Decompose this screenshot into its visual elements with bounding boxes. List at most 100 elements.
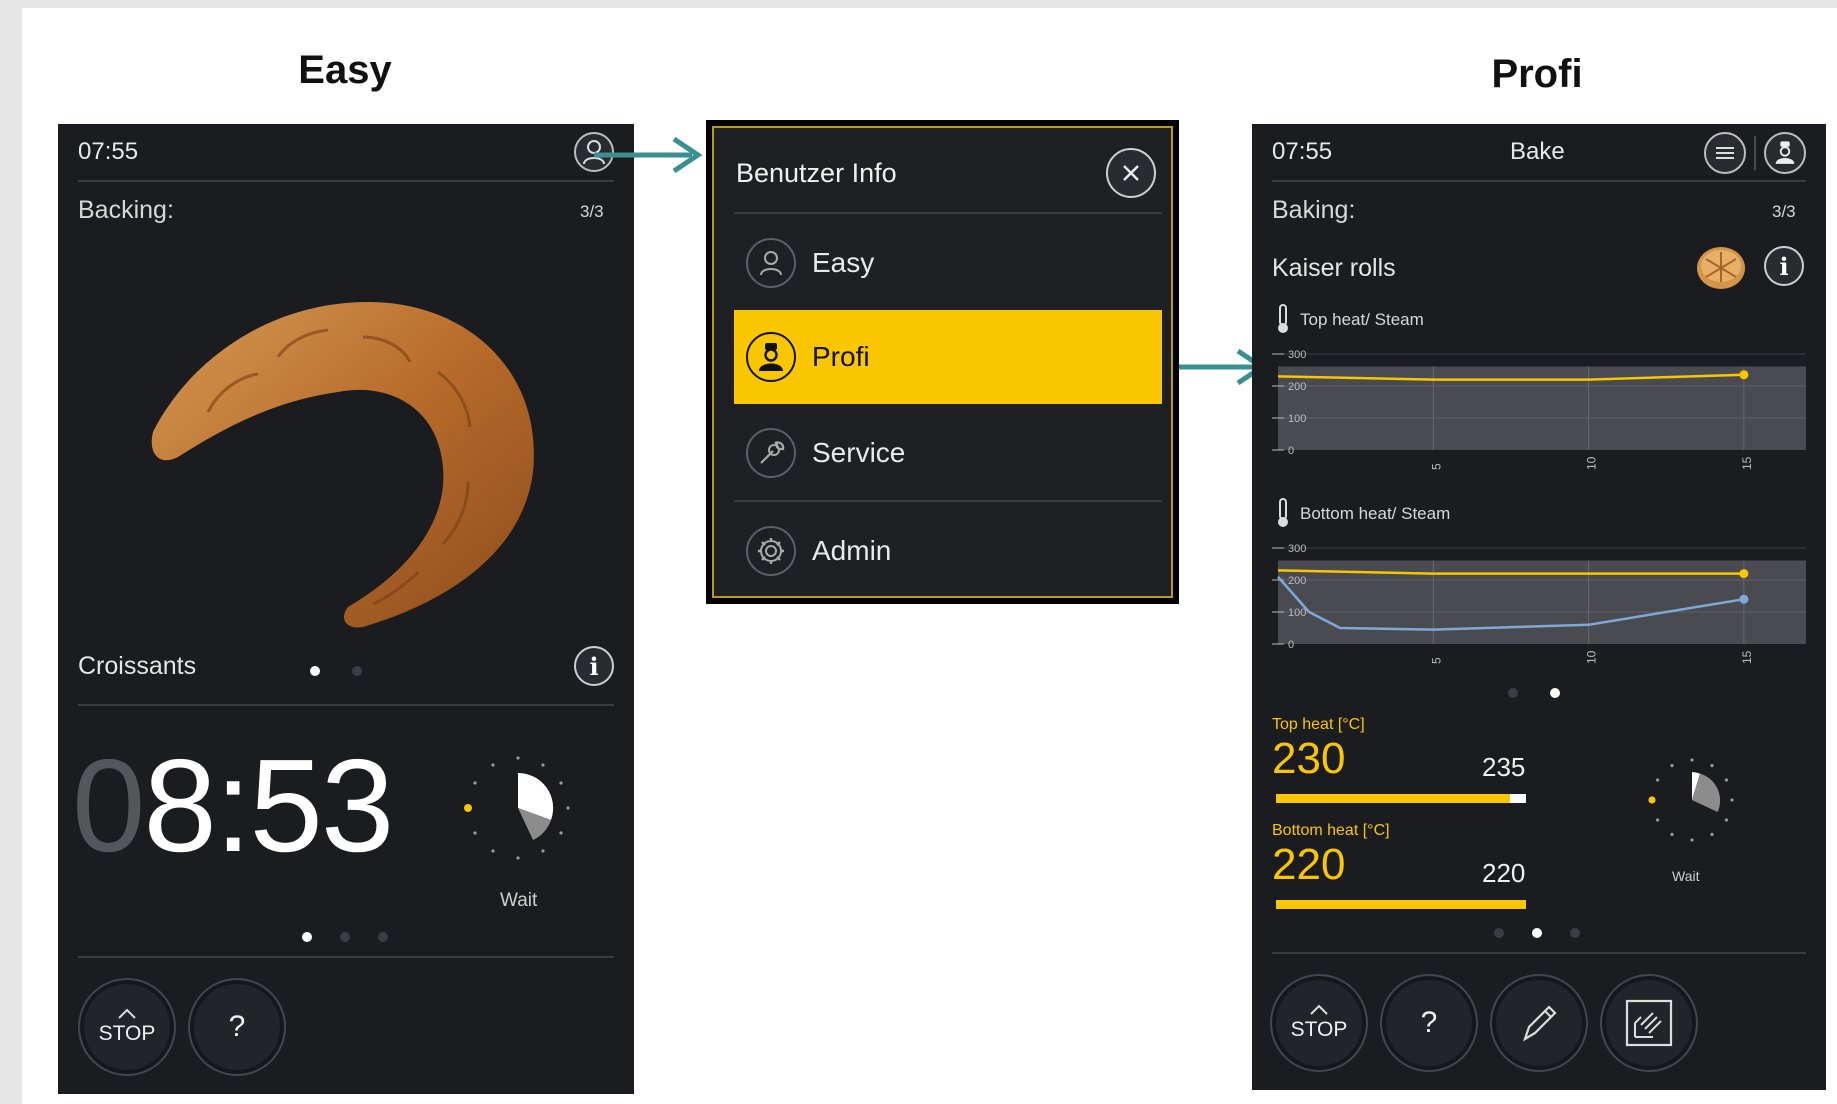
easy-timer: 08:53: [72, 736, 394, 876]
profi-pager-dot-2[interactable]: [1532, 928, 1542, 938]
profi-heading: Profi: [1491, 52, 1583, 96]
easy-stop-button[interactable]: STOP: [78, 978, 176, 1076]
easy-step-counter: 3/3: [580, 202, 604, 221]
menu-close-button[interactable]: [1106, 148, 1156, 198]
profi-title: Bake: [1510, 138, 1565, 165]
menu-title: Benutzer Info: [736, 158, 897, 188]
chart-x-tick-label: 10: [1585, 456, 1599, 470]
chart-x-tick-label: 15: [1740, 456, 1754, 470]
chart-x-tick-label: 5: [1429, 657, 1443, 664]
menu-icon: [1716, 147, 1734, 159]
bottom-heat-target: 220: [1482, 858, 1526, 888]
page-frame-top: [0, 0, 1837, 8]
easy-heading: Easy: [298, 48, 392, 92]
menu-item-profi[interactable]: Profi: [734, 310, 1162, 404]
page-frame-left: [0, 0, 22, 1104]
profi-help-button[interactable]: ?: [1380, 974, 1478, 1072]
bottom-heat-chart: 0 100 200 300 5 10 15: [1272, 543, 1806, 664]
easy-program-label: Backing:: [78, 196, 174, 224]
close-icon: [1123, 165, 1139, 181]
bread-roll-image: [1697, 247, 1745, 289]
menu-item-admin-label: Admin: [812, 535, 892, 566]
chart-y-tick-label: 200: [1288, 575, 1306, 587]
easy-pager-dot-2[interactable]: [340, 932, 350, 942]
easy-wait-label: Wait: [500, 890, 538, 911]
easy-mid-divider: [78, 704, 614, 706]
top-heat-bar: [1276, 794, 1522, 803]
easy-pager-dot-3[interactable]: [378, 932, 388, 942]
chart-bottom-label: Bottom heat/ Steam: [1300, 504, 1451, 523]
wait-dial-icon: [1648, 758, 1734, 842]
arrow-to-menu-icon: [594, 136, 703, 174]
easy-image-pager-dot-2[interactable]: [352, 666, 362, 676]
chart-series-end-point: [1739, 569, 1749, 579]
profi-cleaning-button[interactable]: [1600, 974, 1698, 1072]
easy-help-button[interactable]: ?: [188, 978, 286, 1076]
menu-divider-2: [734, 500, 1162, 502]
chart-y-tick-label: 300: [1288, 349, 1306, 361]
bottom-heat-label: Bottom heat [°C]: [1272, 822, 1390, 839]
menu-item-easy-label: Easy: [812, 247, 875, 278]
easy-pager-dot-1[interactable]: [302, 932, 312, 942]
thermometer-icon: [1278, 498, 1288, 527]
easy-bottom-divider: [78, 956, 614, 958]
easy-help-label: ?: [228, 1010, 246, 1043]
chart-y-tick-label: 200: [1288, 381, 1306, 393]
chart-x-tick-label: 15: [1740, 650, 1754, 664]
profi-edit-button[interactable]: [1490, 974, 1588, 1072]
chart-y-tick-label: 0: [1288, 639, 1294, 651]
bottom-heat-bar: [1276, 900, 1526, 909]
user-icon: [760, 251, 782, 276]
menu-item-admin[interactable]: Admin: [734, 504, 1162, 598]
chart-top-label: Top heat/ Steam: [1300, 310, 1424, 329]
easy-product-name: Croissants: [78, 652, 197, 680]
gear-icon: [758, 538, 784, 564]
easy-header-divider: [78, 180, 614, 182]
profi-menu-button[interactable]: [1704, 132, 1746, 174]
chevron-up-icon: [1310, 1004, 1328, 1015]
chart-x-tick-label: 5: [1429, 463, 1443, 470]
profi-screen: 07:55 Bake Baking: 3/3 Kaiser rolls i To…: [1252, 124, 1826, 1090]
croissant-image: [151, 302, 534, 628]
menu-item-profi-label: Profi: [812, 341, 870, 372]
profi-header-separator: [1754, 136, 1756, 170]
menu-item-service-label: Service: [812, 437, 906, 468]
info-icon: i: [1779, 251, 1789, 281]
easy-image-pager-dot-1[interactable]: [310, 666, 320, 676]
profi-info-button[interactable]: i: [1764, 246, 1804, 286]
profi-bottom-divider: [1272, 952, 1806, 954]
chart-y-tick-label: 300: [1288, 543, 1306, 555]
top-heat-value: 230: [1272, 734, 1346, 783]
profi-product-name: Kaiser rolls: [1272, 254, 1396, 282]
profi-chart-pager-dot-1[interactable]: [1508, 688, 1518, 698]
bottom-heat-value: 220: [1272, 840, 1346, 889]
profi-wait-label: Wait: [1672, 868, 1700, 884]
profi-pager-dot-3[interactable]: [1570, 928, 1580, 938]
top-heat-label: Top heat [°C]: [1272, 716, 1365, 733]
info-icon: i: [589, 651, 599, 681]
menu-item-service[interactable]: Service: [734, 406, 1162, 500]
easy-timer-value: 8:53: [143, 732, 394, 879]
profi-chart-pager-dot-2[interactable]: [1550, 688, 1560, 698]
chevron-up-icon: [118, 1008, 136, 1019]
user-info-panel: Benutzer Info Easy Profi Service Admin: [712, 126, 1173, 598]
chart-x-tick-label: 10: [1585, 650, 1599, 664]
chef-icon: [759, 343, 783, 371]
chart-series-end-point: [1739, 594, 1749, 604]
easy-info-button[interactable]: i: [574, 646, 614, 686]
profi-stop-button[interactable]: STOP: [1270, 974, 1368, 1072]
profi-help-label: ?: [1420, 1006, 1438, 1039]
user-info-menu: Benutzer Info Easy Profi Service Admin: [706, 120, 1179, 604]
menu-item-easy[interactable]: Easy: [734, 216, 1162, 310]
profi-program-label: Baking:: [1272, 196, 1356, 224]
easy-screen: 07:55 Backing: 3/3 Croissants i 08:53 Wa…: [58, 124, 634, 1094]
profi-pager-dot-1[interactable]: [1494, 928, 1504, 938]
pencil-icon: [1523, 1005, 1557, 1042]
profi-step-counter: 3/3: [1772, 202, 1796, 221]
thermometer-icon: [1278, 304, 1288, 333]
chart-y-tick-label: 0: [1288, 445, 1294, 457]
menu-divider-1: [734, 212, 1162, 214]
profi-clock: 07:55: [1272, 138, 1333, 165]
profi-stop-label: STOP: [1290, 1018, 1348, 1041]
profi-user-button[interactable]: [1764, 132, 1806, 174]
